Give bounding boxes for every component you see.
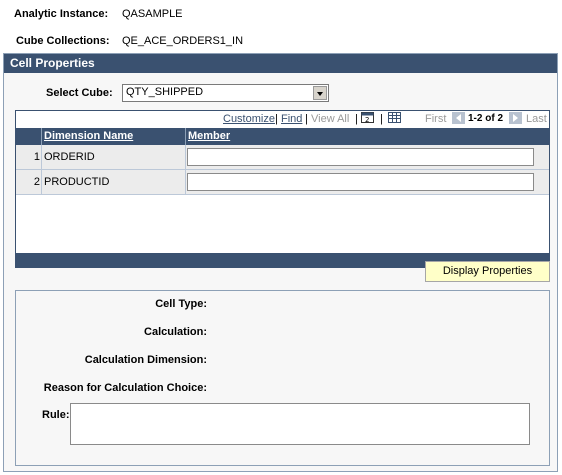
nav-separator: | xyxy=(355,113,358,125)
row-divider xyxy=(41,145,42,169)
member-input[interactable] xyxy=(187,148,534,166)
row-number: 1 xyxy=(33,151,40,163)
member-input[interactable] xyxy=(187,173,534,191)
cell-properties-title: Cell Properties xyxy=(4,54,557,73)
analytic-instance-label: Analytic Instance: xyxy=(14,8,109,20)
cell-type-label: Cell Type: xyxy=(155,298,207,310)
cell-properties-group: Cell Properties Select Cube: QTY_SHIPPED… xyxy=(3,53,558,472)
reason-for-calculation-label: Reason for Calculation Choice: xyxy=(43,382,207,394)
svg-text:2: 2 xyxy=(365,116,369,123)
row-divider xyxy=(185,145,186,169)
select-cube-dropdown[interactable]: QTY_SHIPPED xyxy=(122,84,329,102)
row-range: 1-2 of 2 xyxy=(468,113,504,124)
dimension-name-cell: ORDERID xyxy=(44,151,95,163)
prev-arrow-icon[interactable] xyxy=(452,112,465,124)
nav-separator: | xyxy=(380,113,383,125)
table-row: 1 ORDERID xyxy=(16,145,549,170)
rule-textarea[interactable] xyxy=(70,403,530,445)
grid-nav-bar: Customize | Find | View All | 2 | First xyxy=(16,111,549,128)
cube-collections-value: QE_ACE_ORDERS1_IN xyxy=(122,35,244,47)
first-link[interactable]: First xyxy=(425,113,446,125)
view-all-link[interactable]: View All xyxy=(311,113,349,125)
dimension-grid: Customize | Find | View All | 2 | First xyxy=(15,110,550,268)
grid-column-header-bar: Dimension Name Member xyxy=(16,128,549,145)
new-window-icon[interactable]: 2 xyxy=(361,112,374,123)
next-arrow-icon[interactable] xyxy=(509,112,522,124)
calculation-dimension-label: Calculation Dimension: xyxy=(84,354,207,366)
row-divider xyxy=(41,170,42,194)
download-spreadsheet-icon[interactable] xyxy=(388,112,401,123)
row-divider xyxy=(185,170,186,194)
select-cube-label: Select Cube: xyxy=(46,87,113,99)
calculation-label: Calculation: xyxy=(144,326,207,338)
column-header-member[interactable]: Member xyxy=(188,130,230,142)
nav-separator: | xyxy=(275,113,278,125)
row-number: 2 xyxy=(33,176,40,188)
column-header-dimension-name[interactable]: Dimension Name xyxy=(44,130,133,142)
header-divider xyxy=(185,128,186,145)
header-divider xyxy=(41,128,42,145)
select-cube-value: QTY_SHIPPED xyxy=(126,86,204,98)
analytic-instance-value: QASAMPLE xyxy=(122,8,183,20)
properties-panel: Cell Type: Calculation: Calculation Dime… xyxy=(15,290,550,466)
dimension-name-cell: PRODUCTID xyxy=(44,176,110,188)
display-properties-button[interactable]: Display Properties xyxy=(425,261,550,282)
cube-collections-label: Cube Collections: xyxy=(16,35,110,47)
chevron-down-icon[interactable] xyxy=(313,86,327,100)
customize-link[interactable]: Customize xyxy=(223,113,275,125)
find-link[interactable]: Find xyxy=(281,113,302,125)
table-row: 2 PRODUCTID xyxy=(16,170,549,195)
last-link[interactable]: Last xyxy=(526,113,547,125)
rule-label: Rule: xyxy=(42,409,70,421)
nav-separator: | xyxy=(305,113,308,125)
